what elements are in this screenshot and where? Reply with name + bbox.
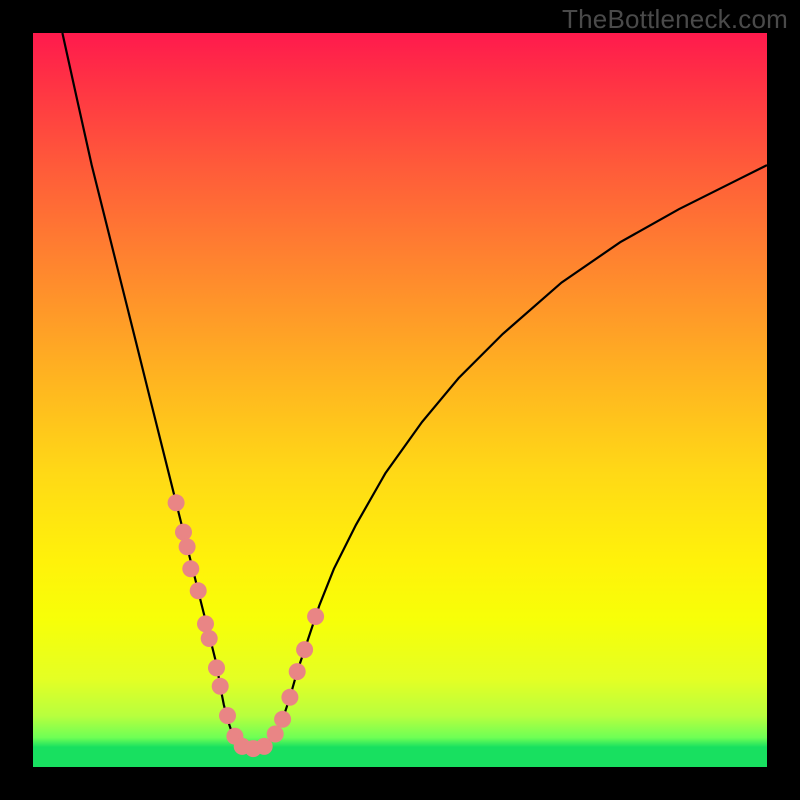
scatter-dot [296,641,313,658]
scatter-dot [175,524,192,541]
scatter-dot [289,663,306,680]
scatter-dot [267,726,284,743]
scatter-dots [168,494,325,757]
chart-svg [33,33,767,767]
scatter-dot [182,560,199,577]
scatter-dot [208,659,225,676]
scatter-dot [197,615,214,632]
scatter-dot [190,582,207,599]
right-curve [253,165,767,749]
scatter-dot [168,494,185,511]
scatter-dot [274,711,291,728]
scatter-dot [201,630,218,647]
watermark-text: TheBottleneck.com [562,4,788,35]
scatter-dot [212,678,229,695]
scatter-dot [179,538,196,555]
left-curve [62,33,253,749]
plot-area [33,33,767,767]
scatter-dot [281,689,298,706]
scatter-dot [219,707,236,724]
scatter-dot [307,608,324,625]
chart-frame: TheBottleneck.com [0,0,800,800]
